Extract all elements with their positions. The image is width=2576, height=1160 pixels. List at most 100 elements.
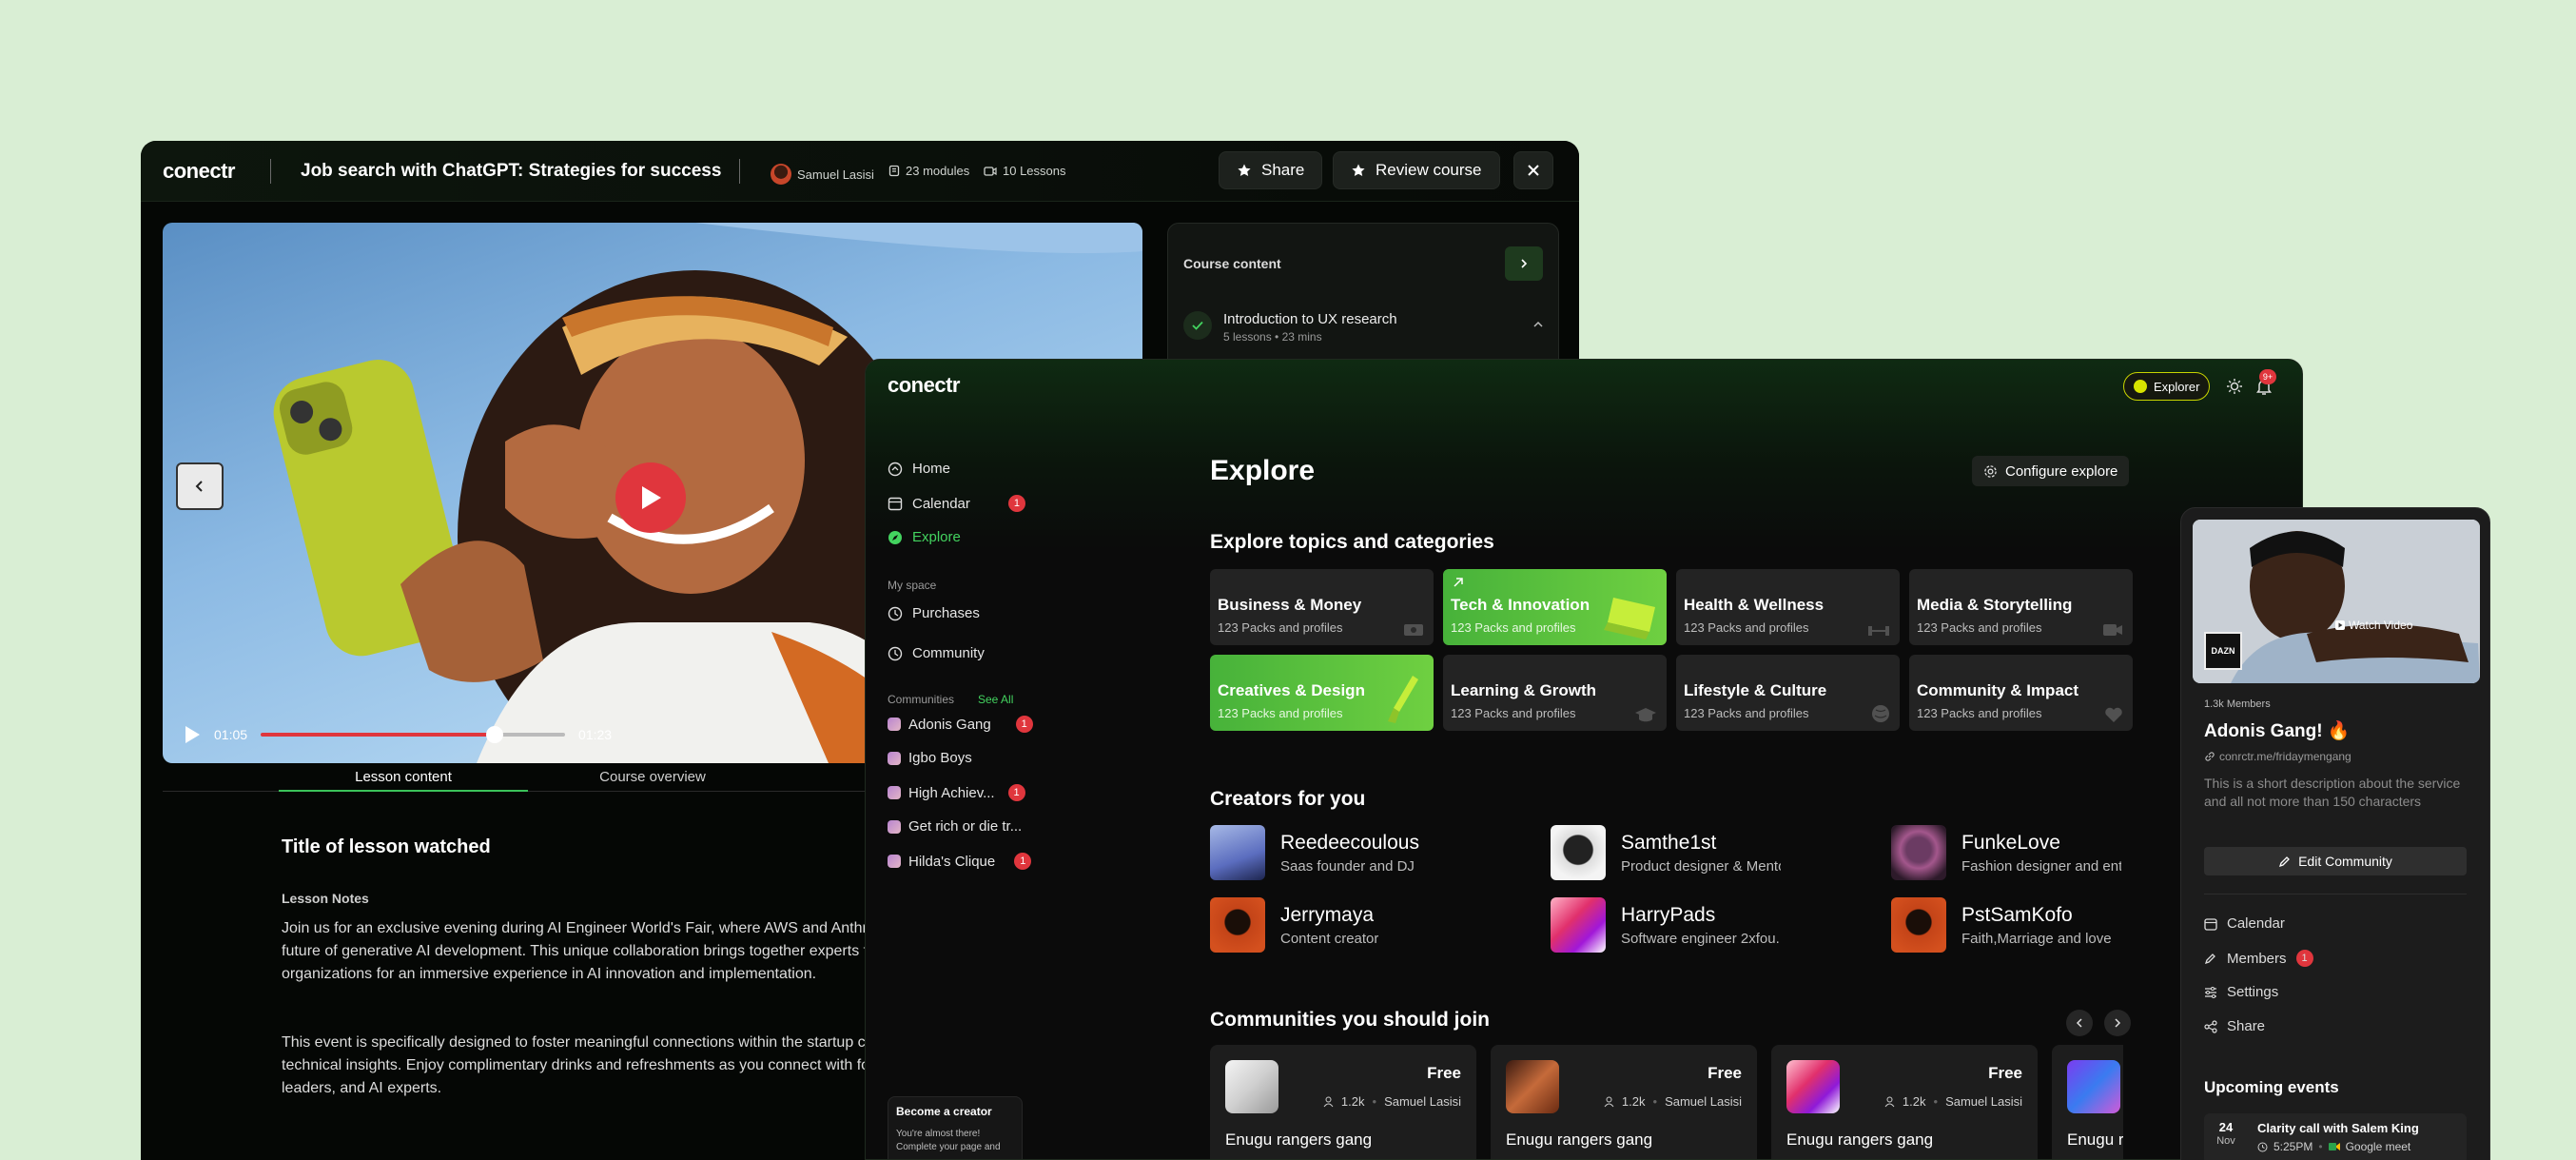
progress-bar[interactable]	[261, 726, 566, 743]
community-owner: Samuel Lasisi	[1665, 1094, 1742, 1109]
app-logo[interactable]: conectr	[888, 373, 960, 398]
previous-button[interactable]	[176, 462, 224, 510]
purchases-icon	[888, 606, 903, 620]
sidebar-item-home[interactable]: Home	[888, 461, 950, 477]
course-content-heading: Course content	[1183, 256, 1281, 271]
play-icon[interactable]	[184, 725, 201, 744]
community-card[interactable]: Enugu ra	[2052, 1045, 2123, 1159]
lesson-title: Title of lesson watched	[282, 836, 491, 857]
event-card[interactable]: 24 Nov Clarity call with Salem King 5:25…	[2204, 1113, 2467, 1160]
community-label: Igbo Boys	[908, 750, 972, 766]
category-card-community[interactable]: Community & Impact 123 Packs and profile…	[1909, 655, 2133, 731]
sidebar-community-item[interactable]: Hilda's Clique 1	[888, 853, 1032, 870]
community-avatar	[888, 718, 901, 731]
sidebar-community-item[interactable]: High Achiev... 1	[888, 784, 1025, 801]
become-creator-text: You're almost there! Complete your page …	[896, 1129, 1001, 1152]
become-creator-card[interactable]: Become a creator You're almost there! Co…	[888, 1096, 1023, 1159]
sidebar-item-explore[interactable]: Explore	[888, 529, 961, 545]
configure-explore-button[interactable]: Configure explore	[1972, 456, 2130, 486]
sidebar-item-community[interactable]: Community	[888, 645, 985, 661]
chevron-up-icon[interactable]	[1533, 321, 1543, 328]
tab-lesson-content[interactable]: Lesson content	[279, 769, 528, 792]
creators-heading: Creators for you	[1210, 788, 1366, 810]
creator-card[interactable]: HarryPads Software engineer 2xfou...	[1551, 897, 1781, 953]
panel-item-label: Members	[2227, 950, 2287, 967]
community-link[interactable]: conrctr.me/fridaymengang	[2204, 750, 2352, 763]
review-course-button[interactable]: Review course	[1333, 151, 1500, 189]
creator-avatar	[1210, 897, 1265, 953]
see-all-link[interactable]: See All	[978, 693, 1013, 706]
community-avatar	[888, 855, 901, 868]
app-logo[interactable]: conectr	[163, 159, 235, 184]
creator-card[interactable]: Samthe1st Product designer & Mentor	[1551, 825, 1781, 880]
community-description: This is a short description about the se…	[2204, 776, 2461, 809]
sidebar-item-purchases[interactable]: Purchases	[888, 605, 980, 621]
panel-item-calendar[interactable]: Calendar	[2204, 915, 2285, 932]
graduation-cap-icon	[1635, 708, 1656, 722]
creator-desc: Content creator	[1280, 930, 1379, 947]
category-card-lifestyle[interactable]: Lifestyle & Culture 123 Packs and profil…	[1676, 655, 1900, 731]
sidebar-item-label: Calendar	[912, 495, 970, 512]
carousel-next-button[interactable]	[2104, 1010, 2131, 1036]
sidebar-community-item[interactable]: Adonis Gang 1	[888, 716, 1033, 733]
category-sub: 123 Packs and profiles	[1684, 620, 1809, 635]
edit-community-button[interactable]: Edit Community	[2204, 847, 2467, 875]
community-image	[1225, 1060, 1278, 1113]
creator-card[interactable]: Reedeecoulous Saas founder and DJ	[1210, 825, 1419, 880]
divider	[2204, 894, 2467, 895]
watch-video-button[interactable]: Watch Video	[2335, 619, 2412, 632]
panel-item-settings[interactable]: Settings	[2204, 984, 2278, 1000]
play-button[interactable]	[615, 462, 686, 533]
creator-card[interactable]: PstSamKofo Faith,Marriage and love	[1891, 897, 2112, 953]
sidebar-community-item[interactable]: Igbo Boys	[888, 750, 972, 766]
category-card-creatives[interactable]: Creatives & Design 123 Packs and profile…	[1210, 655, 1434, 731]
course-author: Samuel Lasisi	[771, 164, 874, 185]
panel-item-share[interactable]: Share	[2204, 1018, 2265, 1034]
divider	[270, 159, 271, 184]
category-title: Media & Storytelling	[1917, 596, 2073, 614]
expand-panel-button[interactable]	[1505, 246, 1543, 281]
community-avatar	[888, 751, 901, 765]
category-title: Lifestyle & Culture	[1684, 681, 1827, 699]
creator-card[interactable]: FunkeLove Fashion designer and ent...	[1891, 825, 2121, 880]
category-card-business[interactable]: Business & Money 123 Packs and profiles	[1210, 569, 1434, 645]
category-card-learning[interactable]: Learning & Growth 123 Packs and profiles	[1443, 655, 1667, 731]
author-name: Samuel Lasisi	[797, 167, 874, 182]
community-card[interactable]: Free 1.2k • Samuel Lasisi Enugu rangers ga…	[1771, 1045, 2038, 1159]
category-card-media[interactable]: Media & Storytelling 123 Packs and profi…	[1909, 569, 2133, 645]
creator-avatar	[1210, 825, 1265, 880]
tab-course-overview[interactable]: Course overview	[528, 769, 777, 785]
chevron-left-icon	[195, 481, 203, 492]
community-name: Enugu ra	[2067, 1131, 2123, 1149]
members-badge: 1	[2295, 950, 2313, 967]
sun-icon[interactable]	[2226, 378, 2243, 395]
header-gradient	[866, 360, 2302, 550]
community-panel: Watch Video DAZN 1.3k Members Adonis Gan…	[2180, 507, 2490, 1160]
community-card[interactable]: Free 1.2k • Samuel Lasisi Enugu rangers ga…	[1491, 1045, 1757, 1159]
course-lessons: 10 Lessons	[984, 164, 1066, 178]
close-button[interactable]	[1513, 151, 1553, 189]
members-icon	[2204, 954, 2215, 965]
category-card-health[interactable]: Health & Wellness 123 Packs and profiles	[1676, 569, 1900, 645]
explorer-mode-toggle[interactable]: Explorer	[2123, 372, 2211, 401]
event-time: 5:25PM	[2274, 1140, 2313, 1153]
sidebar-community-item[interactable]: Get rich or die tr...	[888, 818, 1022, 835]
section-meta: 5 lessons • 23 mins	[1223, 330, 1322, 344]
sidebar-item-label: Home	[912, 461, 951, 477]
sidebar-item-calendar[interactable]: Calendar 1	[888, 495, 1025, 512]
category-card-tech[interactable]: Tech & Innovation 123 Packs and profiles	[1443, 569, 1667, 645]
course-header: conectr Job search with ChatGPT: Strateg…	[141, 141, 1579, 202]
progress-handle[interactable]	[486, 726, 504, 743]
share-button[interactable]: Share	[1219, 151, 1323, 189]
panel-item-members[interactable]: Members 1	[2204, 950, 2313, 967]
panel-item-label: Share	[2227, 1018, 2266, 1034]
divider	[739, 159, 740, 184]
category-sub: 123 Packs and profiles	[1218, 620, 1343, 635]
carousel-prev-button[interactable]	[2066, 1010, 2093, 1036]
community-badge: 1	[1007, 784, 1025, 801]
creator-card[interactable]: Jerrymaya Content creator	[1210, 897, 1378, 953]
user-icon	[1884, 1096, 1895, 1107]
section-title[interactable]: Introduction to UX research	[1223, 311, 1397, 327]
video-icon	[984, 166, 997, 176]
community-card[interactable]: Free 1.2k • Samuel Lasisi Enugu rangers ga…	[1210, 1045, 1476, 1159]
